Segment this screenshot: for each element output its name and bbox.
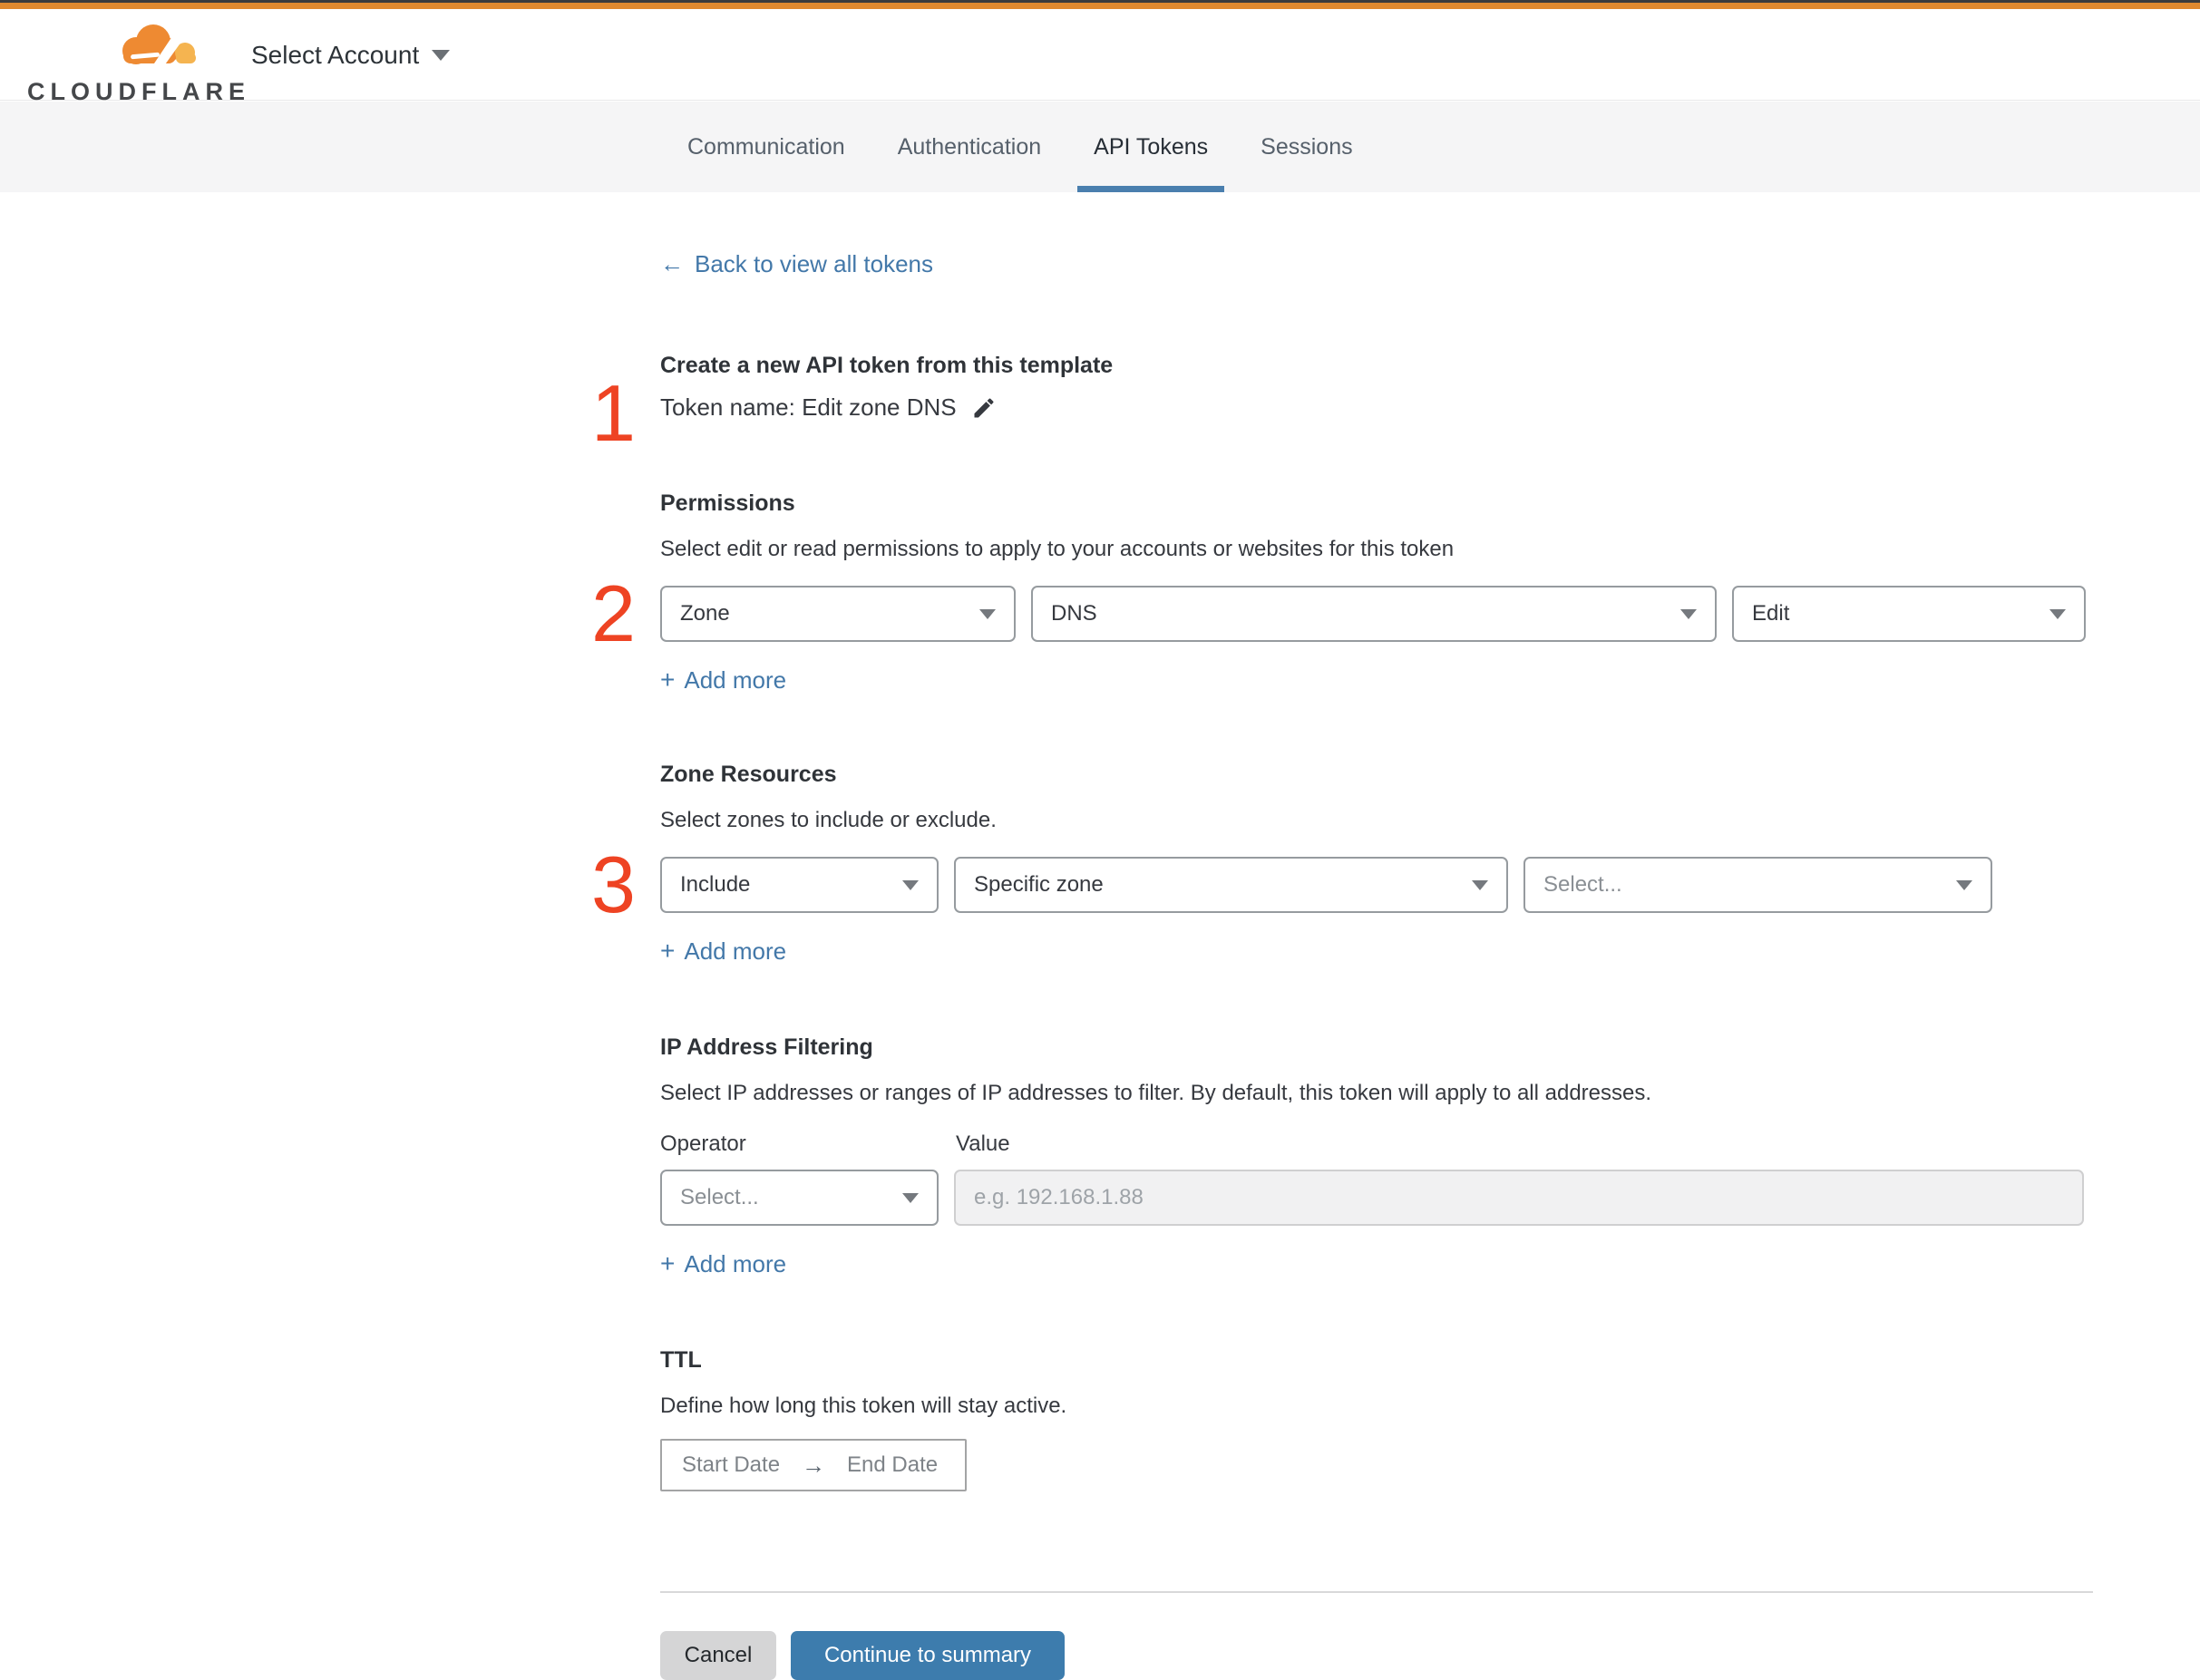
- ip-value-input[interactable]: [954, 1170, 2084, 1226]
- zone-include-value: Include: [680, 872, 751, 897]
- permission-category-select[interactable]: DNS: [1031, 586, 1717, 642]
- edit-token-name-icon[interactable]: [971, 395, 997, 421]
- step-number-1: 1: [591, 368, 636, 458]
- account-selector-label: Select Account: [251, 40, 420, 69]
- chevron-down-icon: [979, 608, 996, 619]
- zone-resources-add-more-link[interactable]: + Add more: [660, 937, 786, 966]
- tab-communication-label: Communication: [687, 133, 845, 160]
- chevron-down-icon: [432, 49, 451, 61]
- value-column-label: Value: [956, 1131, 1010, 1156]
- footer-actions: Cancel Continue to summary: [660, 1631, 2093, 1680]
- ip-filtering-title: IP Address Filtering: [660, 1034, 873, 1060]
- back-to-tokens-link[interactable]: ← Back to view all tokens: [660, 250, 933, 278]
- permission-level-value: Edit: [1752, 601, 1790, 626]
- tab-sessions-label: Sessions: [1261, 133, 1353, 160]
- zone-name-placeholder: Select...: [1543, 872, 1622, 897]
- zone-include-select[interactable]: Include: [660, 857, 939, 913]
- ttl-subtitle: Define how long this token will stay act…: [660, 1394, 1067, 1418]
- chevron-down-icon: [1472, 879, 1488, 890]
- tab-api-tokens-label: API Tokens: [1094, 133, 1209, 160]
- permission-scope-value: Zone: [680, 601, 730, 626]
- permissions-subtitle: Select edit or read permissions to apply…: [660, 537, 1455, 561]
- tab-bar: Communication Authentication API Tokens …: [0, 102, 2200, 192]
- section-token-template: 1 Create a new API token from this templ…: [591, 353, 2093, 452]
- tab-communication[interactable]: Communication: [671, 102, 862, 192]
- chevron-down-icon: [1956, 879, 1972, 890]
- back-arrow-icon: ←: [660, 250, 684, 277]
- zone-resources-add-more-label: Add more: [684, 937, 787, 965]
- tab-authentication-label: Authentication: [897, 133, 1042, 160]
- ip-operator-select[interactable]: Select...: [660, 1170, 939, 1226]
- step-number-3: 3: [591, 840, 636, 929]
- chevron-down-icon: [1680, 608, 1697, 619]
- section-ttl: TTL Define how long this token will stay…: [660, 1347, 2093, 1491]
- zone-resources-subtitle: Select zones to include or exclude.: [660, 808, 997, 832]
- footer-divider: [660, 1591, 2093, 1593]
- ip-operator-placeholder: Select...: [680, 1185, 759, 1209]
- ip-filtering-add-more-link[interactable]: + Add more: [660, 1249, 786, 1278]
- cancel-button[interactable]: Cancel: [660, 1631, 776, 1680]
- top-brand-bar: [0, 0, 2200, 9]
- chevron-down-icon: [902, 879, 919, 890]
- main-content: ← Back to view all tokens 1 Create a new…: [591, 192, 2093, 1680]
- step-number-2: 2: [591, 568, 636, 658]
- section-ip-filtering: IP Address Filtering Select IP addresses…: [660, 1034, 2093, 1278]
- section-zone-resources: Zone Resources Select zones to include o…: [591, 762, 2093, 966]
- operator-column-label: Operator: [660, 1131, 746, 1156]
- section-permissions: Permissions Select edit or read permissi…: [591, 490, 2093, 694]
- continue-to-summary-button[interactable]: Continue to summary: [791, 1631, 1065, 1680]
- permissions-add-more-link[interactable]: + Add more: [660, 665, 786, 694]
- ttl-date-range-picker[interactable]: Start Date → End Date: [660, 1439, 967, 1491]
- permission-level-select[interactable]: Edit: [1732, 586, 2086, 642]
- app-header: CLOUDFLARE Select Account: [0, 9, 2200, 105]
- start-date-placeholder: Start Date: [682, 1452, 781, 1477]
- plus-icon: +: [660, 1249, 676, 1277]
- tab-api-tokens[interactable]: API Tokens: [1077, 102, 1225, 192]
- zone-type-value: Specific zone: [974, 872, 1104, 897]
- permissions-add-more-label: Add more: [684, 665, 787, 694]
- ip-filtering-add-more-label: Add more: [684, 1249, 787, 1277]
- token-name-text: Token name: Edit zone DNS: [660, 393, 957, 421]
- permission-scope-select[interactable]: Zone: [660, 586, 1016, 642]
- template-section-title: Create a new API token from this templat…: [660, 353, 1114, 378]
- tab-sessions[interactable]: Sessions: [1244, 102, 1368, 192]
- ttl-title: TTL: [660, 1347, 702, 1373]
- zone-name-select[interactable]: Select...: [1523, 857, 1992, 913]
- end-date-placeholder: End Date: [847, 1452, 939, 1477]
- chevron-down-icon: [902, 1192, 919, 1203]
- ip-filtering-subtitle: Select IP addresses or ranges of IP addr…: [660, 1081, 1652, 1105]
- plus-icon: +: [660, 937, 676, 965]
- account-selector-dropdown[interactable]: Select Account: [251, 9, 451, 101]
- back-link-label: Back to view all tokens: [695, 250, 934, 277]
- right-arrow-icon: →: [802, 1451, 826, 1479]
- cloudflare-logo: CLOUDFLARE: [27, 20, 245, 106]
- zone-resources-title: Zone Resources: [660, 762, 837, 787]
- zone-type-select[interactable]: Specific zone: [954, 857, 1508, 913]
- permissions-title: Permissions: [660, 490, 795, 516]
- tab-group: Communication Authentication API Tokens …: [671, 102, 1369, 192]
- chevron-down-icon: [2049, 608, 2066, 619]
- cloudflare-cloud-icon: [122, 24, 196, 67]
- permission-category-value: DNS: [1051, 601, 1097, 626]
- tab-authentication[interactable]: Authentication: [881, 102, 1057, 192]
- plus-icon: +: [660, 665, 676, 694]
